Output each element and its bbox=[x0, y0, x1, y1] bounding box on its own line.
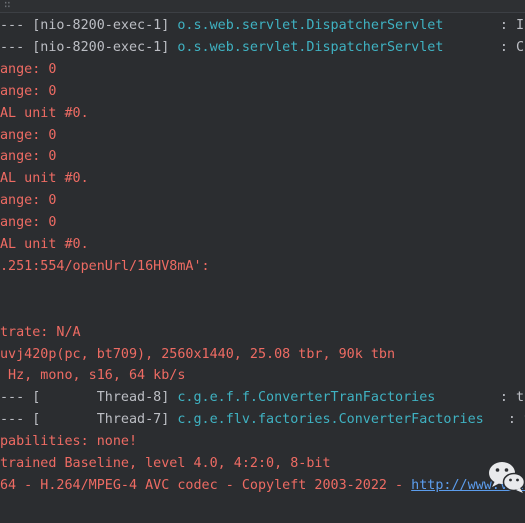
console-text: --- [ Thread-8] bbox=[0, 390, 178, 406]
menu-dots-icon[interactable]: ∷ bbox=[4, 0, 11, 10]
console-text: pabilities: none! bbox=[0, 434, 138, 450]
console-line: 64 - H.264/MPEG-4 AVC codec - Copyleft 2… bbox=[0, 475, 525, 497]
console-text: .251:554/openUrl/16HV8mA': bbox=[0, 258, 210, 274]
console-text: AL unit #0. bbox=[0, 105, 89, 121]
console-text: Hz, mono, s16, 64 kb/s bbox=[0, 368, 186, 384]
console-text: : t bbox=[507, 412, 525, 428]
console-line: trate: N/A bbox=[0, 322, 81, 344]
console-line: pabilities: none! bbox=[0, 431, 137, 453]
console-line: ange: 0 bbox=[0, 59, 56, 81]
console-line: --- [nio-8200-exec-1] o.s.web.servlet.Di… bbox=[0, 37, 524, 59]
wechat-eye-left bbox=[495, 468, 500, 472]
console-line: trained Baseline, level 4.0, 4:2:0, 8-bi… bbox=[0, 453, 331, 475]
wechat-eye-small-right bbox=[516, 478, 519, 482]
logger-class-name: c.g.e.f.f.ConverterTranFactories bbox=[177, 390, 436, 406]
console-line: AL unit #0. bbox=[0, 168, 89, 190]
console-text: ange: 0 bbox=[0, 83, 57, 99]
console-text: --- [nio-8200-exec-1] bbox=[0, 39, 178, 55]
console-line: --- [ Thread-7] c.g.e.flv.factories.Conv… bbox=[0, 409, 525, 431]
console-text: --- [nio-8200-exec-1] bbox=[0, 18, 178, 33]
console-line: --- [ Thread-8] c.g.e.f.f.ConverterTranF… bbox=[0, 387, 524, 409]
console-text: ange: 0 bbox=[0, 149, 57, 165]
wechat-eye-right bbox=[504, 468, 509, 472]
console-line: ange: 0 bbox=[0, 125, 56, 147]
console-line: uvj420p(pc, bt709), 2560x1440, 25.08 tbr… bbox=[0, 344, 395, 366]
logger-class-name: c.g.e.flv.factories.ConverterFactories bbox=[177, 412, 484, 428]
wechat-eye-small-left bbox=[509, 478, 512, 482]
console-text: uvj420p(pc, bt709), 2560x1440, 25.08 tbr… bbox=[0, 346, 396, 362]
console-text: AL unit #0. bbox=[0, 171, 89, 187]
console-line: ange: 0 bbox=[0, 81, 56, 103]
wechat-icon bbox=[489, 462, 525, 493]
console-text: ange: 0 bbox=[0, 61, 57, 77]
console-text: ange: 0 bbox=[0, 193, 57, 209]
logger-class-name: o.s.web.servlet.DispatcherServlet bbox=[177, 18, 444, 33]
console-line: Hz, mono, s16, 64 kb/s bbox=[0, 365, 185, 387]
console-line: ange: 0 bbox=[0, 190, 56, 212]
console-text: : t bbox=[435, 390, 525, 406]
console-text: trate: N/A bbox=[0, 324, 81, 340]
console-line: .251:554/openUrl/16HV8mA': bbox=[0, 256, 210, 278]
logger-class-name: o.s.web.servlet.DispatcherServlet bbox=[177, 39, 444, 55]
console-text: : I bbox=[443, 18, 525, 33]
console-text: --- [ Thread-7] bbox=[0, 412, 178, 428]
ide-run-console-window: ∷ --- [nio-8200-exec-1] o.s.web.servlet.… bbox=[0, 0, 525, 523]
console-text: trained Baseline, level 4.0, 4:2:0, 8-bi… bbox=[0, 456, 331, 471]
console-line: --- [nio-8200-exec-1] o.s.web.servlet.Di… bbox=[0, 15, 524, 37]
console-text: ange: 0 bbox=[0, 127, 57, 143]
console-line: AL unit #0. bbox=[0, 103, 89, 125]
wechat-bubble-small bbox=[502, 472, 525, 492]
console-text: ange: 0 bbox=[0, 215, 57, 231]
console-line: ange: 0 bbox=[0, 212, 56, 234]
console-text: AL unit #0. bbox=[0, 237, 89, 252]
console-text: 64 - H.264/MPEG-4 AVC codec - Copyleft 2… bbox=[0, 477, 412, 493]
console-line: ange: 0 bbox=[0, 146, 56, 168]
console-text: : C bbox=[443, 39, 525, 55]
console-output[interactable]: --- [nio-8200-exec-1] o.s.web.servlet.Di… bbox=[0, 13, 525, 523]
console-line: AL unit #0. bbox=[0, 234, 89, 256]
console-toolbar: ∷ bbox=[0, 0, 525, 13]
